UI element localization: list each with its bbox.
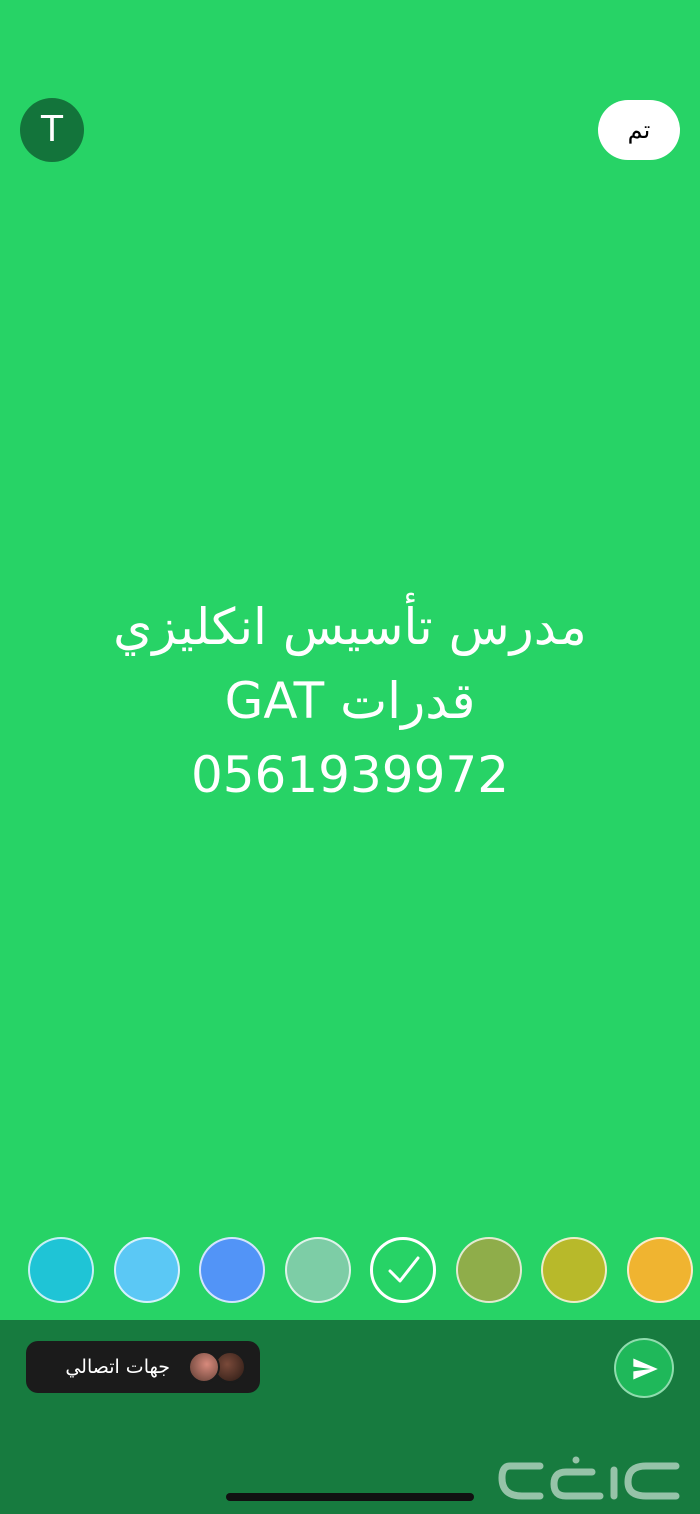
status-text-line-2: قدرات GAT (224, 672, 476, 730)
home-indicator (226, 1493, 474, 1501)
color-swatch[interactable] (627, 1237, 693, 1303)
color-swatch[interactable] (28, 1237, 94, 1303)
checkmark-icon (388, 1256, 420, 1283)
done-button[interactable]: تم (598, 100, 680, 160)
status-text-line-1: مدرس تأسيس انكليزي (113, 598, 587, 656)
color-swatch-selected[interactable] (370, 1237, 436, 1303)
font-toggle-button[interactable]: T (20, 98, 84, 162)
audience-label: جهات اتصالي (65, 1356, 170, 1378)
color-swatch[interactable] (456, 1237, 522, 1303)
audience-avatars (184, 1351, 246, 1383)
avatar (188, 1351, 220, 1383)
color-swatch[interactable] (199, 1237, 265, 1303)
watermark-logo (498, 1456, 680, 1500)
color-swatch[interactable] (114, 1237, 180, 1303)
color-palette (0, 1237, 700, 1305)
send-arrow-icon (633, 1358, 658, 1380)
audience-selector[interactable]: جهات اتصالي (26, 1341, 260, 1393)
color-swatch[interactable] (285, 1237, 351, 1303)
status-text-line-3: 0561939972 (190, 746, 510, 804)
color-swatch[interactable] (541, 1237, 607, 1303)
status-text[interactable]: مدرس تأسيس انكليزي قدرات GAT 0561939972 (40, 590, 660, 812)
send-button[interactable] (614, 1338, 674, 1398)
